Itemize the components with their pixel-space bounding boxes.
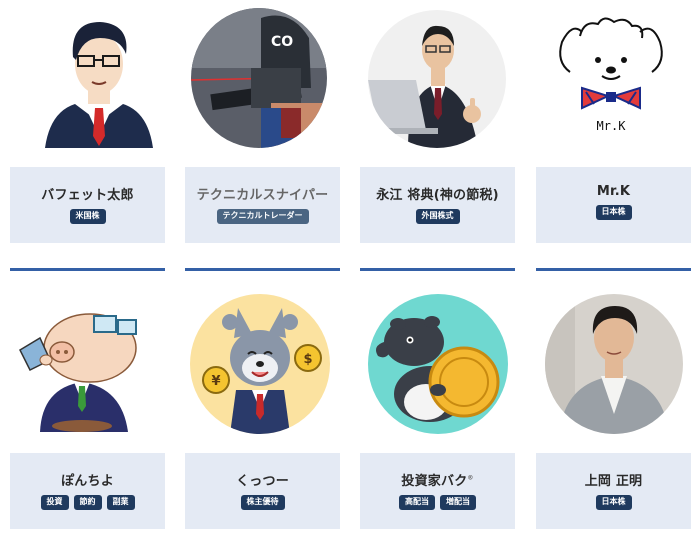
category-tag[interactable]: 日本株	[595, 495, 632, 510]
profile-card-ponchiyo[interactable]: ぽんちよ 投資 節約 副業	[10, 453, 165, 529]
avatar-technical-sniper[interactable]: CO	[191, 8, 327, 148]
tag-list: テクニカルトレーダー	[216, 209, 309, 224]
man-grey-jacket-photo-icon	[545, 294, 683, 434]
profile-card-buffett-taro[interactable]: バフェット太郎 米国株	[10, 167, 165, 243]
profile-name: バフェット太郎	[41, 188, 134, 203]
profile-name-wrap: 投資家バク®	[401, 470, 473, 489]
section-divider	[536, 268, 691, 271]
category-tag[interactable]: 日本株	[595, 205, 632, 220]
section-divider	[360, 268, 515, 271]
tag-list: 投資 節約 副業	[40, 495, 135, 510]
sniper-photo-icon: CO	[191, 8, 327, 148]
cartoon-businessman-icon	[40, 20, 158, 148]
profile-card-nagae-masanori[interactable]: 永江 将典(神の節税) 外国株式	[360, 167, 515, 243]
profile-name: 投資家バク	[401, 474, 468, 489]
avatar-ponchiyo[interactable]	[18, 298, 148, 432]
profile-name: くっつー	[236, 474, 289, 489]
category-tag[interactable]: 節約	[73, 495, 102, 510]
category-tag[interactable]: 高配当	[399, 495, 435, 510]
wolf-suit-coins-icon: ¥ $	[190, 294, 330, 434]
category-tag[interactable]: 投資	[40, 495, 69, 510]
dog-bowtie-icon: Mr.K	[552, 12, 670, 138]
avatar-toushika-baku[interactable]	[368, 294, 508, 434]
profile-name: Mr.K	[596, 184, 631, 199]
svg-text:$: $	[303, 352, 312, 367]
tag-list: 外国株式	[415, 209, 460, 224]
profile-card-technical-sniper[interactable]: テクニカルスナイパー テクニカルトレーダー	[185, 167, 340, 243]
pig-glasses-laptop-icon	[18, 298, 148, 432]
profile-name: 上岡 正明	[584, 474, 643, 489]
category-tag[interactable]: 株主優待	[240, 495, 285, 510]
profile-card-mr-k[interactable]: Mr.K 日本株	[536, 167, 691, 243]
tapir-gold-coin-icon	[368, 294, 508, 434]
businessman-laptop-photo-icon	[368, 10, 506, 148]
category-tag[interactable]: 増配当	[440, 495, 476, 510]
svg-text:¥: ¥	[211, 374, 220, 389]
category-tag[interactable]: 副業	[106, 495, 135, 510]
profile-card-kamioka-masaaki[interactable]: 上岡 正明 日本株	[536, 453, 691, 529]
avatar-mr-k[interactable]: Mr.K	[552, 12, 670, 138]
profile-name: 永江 将典(神の節税)	[376, 188, 499, 203]
svg-text:CO: CO	[271, 34, 293, 50]
section-divider	[10, 268, 165, 271]
mr-k-caption: Mr.K	[597, 119, 627, 133]
tag-list: 米国株	[69, 209, 106, 224]
category-tag[interactable]: テクニカルトレーダー	[216, 209, 309, 224]
profile-name: テクニカルスナイパー	[196, 188, 329, 203]
avatar-kuttsu[interactable]: ¥ $	[190, 294, 330, 434]
profile-card-kuttsu[interactable]: くっつー 株主優待	[185, 453, 340, 529]
avatar-nagae-masanori[interactable]	[368, 10, 506, 148]
section-divider	[185, 268, 340, 271]
profile-card-toushika-baku[interactable]: 投資家バク® 高配当 増配当	[360, 453, 515, 529]
tag-list: 日本株	[595, 495, 632, 510]
category-tag[interactable]: 外国株式	[415, 209, 460, 224]
category-tag[interactable]: 米国株	[69, 209, 106, 224]
avatar-buffett-taro[interactable]	[40, 12, 158, 148]
profile-name: ぽんちよ	[61, 474, 114, 489]
tag-list: 日本株	[595, 205, 632, 220]
avatar-kamioka-masaaki[interactable]	[545, 294, 683, 434]
tag-list: 株主優待	[240, 495, 285, 510]
registered-mark: ®	[467, 474, 474, 482]
tag-list: 高配当 増配当	[399, 495, 476, 510]
